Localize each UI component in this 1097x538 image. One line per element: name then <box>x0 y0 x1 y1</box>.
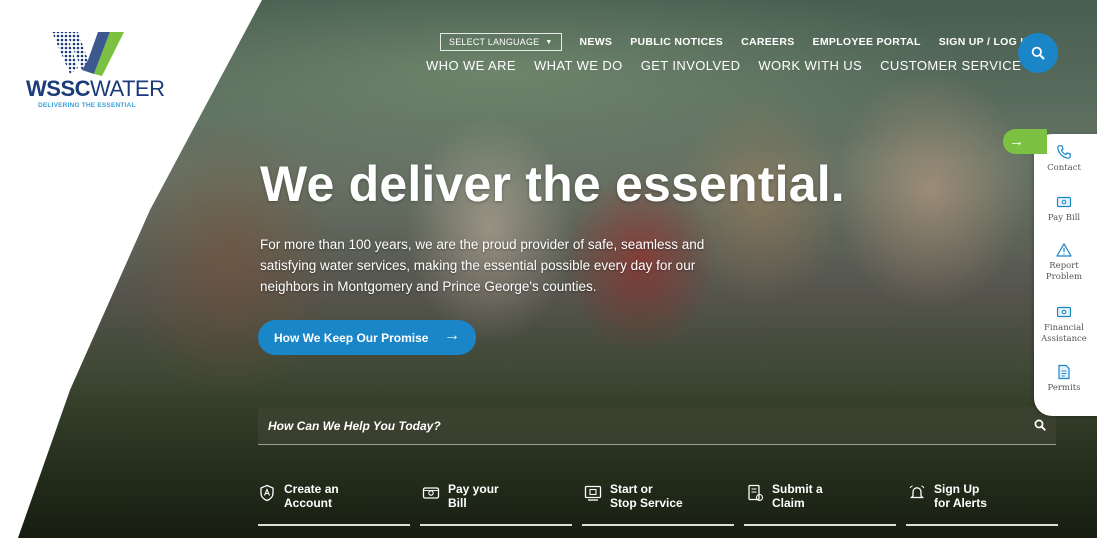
help-search-bar <box>258 407 1056 445</box>
site-search-button[interactable] <box>1018 33 1058 73</box>
language-select[interactable]: SELECT LANGUAGE ▼ <box>440 33 562 51</box>
side-item-pay-bill[interactable]: Pay Bill <box>1034 194 1094 224</box>
side-item-label: Financial Assistance <box>1041 323 1087 344</box>
side-quick-panel: Contact Pay Bill Report Problem Financial… <box>1034 134 1097 416</box>
quick-label: Create an Account <box>284 482 339 510</box>
quick-submit-claim[interactable]: Submit a Claim <box>744 482 896 526</box>
side-item-report-problem[interactable]: Report Problem <box>1034 242 1094 283</box>
wssc-logo[interactable]: WSSCWATER DELIVERING THE ESSENTIAL <box>26 30 165 120</box>
side-panel-toggle[interactable]: → <box>1003 129 1047 154</box>
hero-headline: We deliver the essential. <box>260 156 845 212</box>
side-item-label: Report Problem <box>1045 261 1083 282</box>
logo-wordmark: WSSCWATER <box>26 76 165 101</box>
phone-icon <box>1057 145 1071 159</box>
quick-label: Pay your Bill <box>448 482 499 510</box>
nav-employee-portal[interactable]: EMPLOYEE PORTAL <box>813 36 921 48</box>
side-item-financial-assistance[interactable]: Financial Assistance <box>1034 304 1094 345</box>
bill-icon <box>422 487 440 499</box>
claim-icon <box>748 484 764 502</box>
nav-careers[interactable]: CAREERS <box>741 36 794 48</box>
main-nav: WHO WE ARE WHAT WE DO GET INVOLVED WORK … <box>426 58 1021 73</box>
quick-label: Submit a Claim <box>772 482 823 510</box>
search-icon[interactable] <box>1034 419 1046 431</box>
arrow-right-icon: → <box>444 327 460 344</box>
arrow-right-icon: → <box>1009 133 1024 150</box>
side-item-label: Contact <box>1047 163 1081 173</box>
nav-public-notices[interactable]: PUBLIC NOTICES <box>630 36 723 48</box>
keep-promise-button[interactable]: How We Keep Our Promise → <box>258 320 476 355</box>
logo-tagline: DELIVERING THE ESSENTIAL <box>38 102 136 109</box>
side-item-label: Pay Bill <box>1047 213 1081 223</box>
card-icon <box>1056 196 1072 208</box>
keep-promise-label: How We Keep Our Promise <box>274 330 429 345</box>
alerts-icon <box>909 485 925 499</box>
hero-description: For more than 100 years, we are the prou… <box>260 237 705 294</box>
nav-get-involved[interactable]: GET INVOLVED <box>641 58 741 73</box>
quick-label: Sign Up for Alerts <box>934 482 987 510</box>
shield-icon <box>260 484 274 502</box>
service-icon <box>584 485 602 501</box>
caret-down-icon: ▼ <box>545 38 553 46</box>
document-icon <box>1058 364 1070 380</box>
quick-pay-bill[interactable]: Pay your Bill <box>420 482 572 526</box>
nav-sign-up-log-in[interactable]: SIGN UP / LOG IN <box>939 36 1032 48</box>
nav-customer-service[interactable]: CUSTOMER SERVICE <box>880 58 1021 73</box>
nav-work-with-us[interactable]: WORK WITH US <box>758 58 862 73</box>
quick-label: Start or Stop Service <box>610 482 683 510</box>
warning-icon <box>1056 243 1072 257</box>
nav-who-we-are[interactable]: WHO WE ARE <box>426 58 516 73</box>
help-search-input[interactable] <box>268 418 968 433</box>
utility-nav: SELECT LANGUAGE ▼ NEWS PUBLIC NOTICES CA… <box>440 33 1031 51</box>
quick-create-account[interactable]: Create an Account <box>258 482 410 526</box>
search-icon <box>1031 46 1045 60</box>
side-item-permits[interactable]: Permits <box>1034 364 1094 394</box>
quick-sign-up-alerts[interactable]: Sign Up for Alerts <box>906 482 1058 526</box>
language-select-label: SELECT LANGUAGE <box>449 37 540 47</box>
page: WSSCWATER DELIVERING THE ESSENTIAL SELEC… <box>0 0 1097 538</box>
nav-what-we-do[interactable]: WHAT WE DO <box>534 58 623 73</box>
card-icon <box>1056 306 1072 318</box>
logo-mark-icon <box>52 32 124 76</box>
side-item-label: Permits <box>1047 383 1081 393</box>
nav-news[interactable]: NEWS <box>580 36 613 48</box>
quick-links: Create an Account Pay your Bill Start or St… <box>258 482 1058 526</box>
quick-start-stop-service[interactable]: Start or Stop Service <box>582 482 734 526</box>
